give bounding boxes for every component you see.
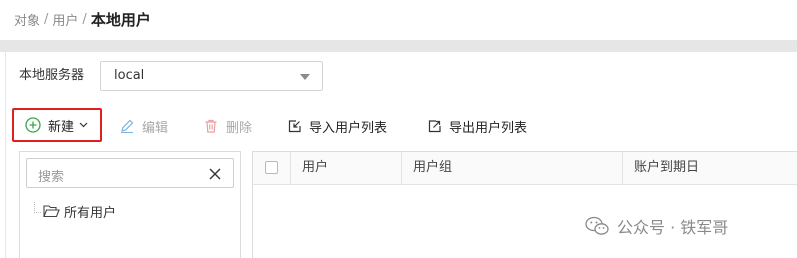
column-header-user[interactable]: 用户 <box>290 152 401 184</box>
header-divider <box>0 40 797 52</box>
breadcrumb: 对象 / 用户 / 本地用户 <box>14 9 151 29</box>
column-header-group[interactable]: 用户组 <box>401 152 622 184</box>
export-users-button[interactable]: 导出用户列表 <box>427 114 527 138</box>
select-all-cell <box>253 152 290 184</box>
new-button[interactable]: 新建 <box>12 108 102 142</box>
import-users-label: 导入用户列表 <box>309 120 388 136</box>
delete-button-label: 删除 <box>226 120 253 136</box>
search-input[interactable]: 搜索 <box>26 158 234 188</box>
breadcrumb-users[interactable]: 用户 <box>52 10 78 29</box>
breadcrumb-separator: / <box>82 11 87 27</box>
column-header-expiry[interactable]: 账户到期日 <box>622 152 797 184</box>
import-users-button[interactable]: 导入用户列表 <box>287 114 387 138</box>
trash-icon <box>203 118 219 134</box>
delete-button[interactable]: 删除 <box>203 114 252 138</box>
caret-down-icon <box>300 74 310 80</box>
breadcrumb-objects[interactable]: 对象 <box>14 10 40 29</box>
export-users-label: 导出用户列表 <box>449 120 528 136</box>
wechat-icon <box>585 216 609 236</box>
edit-button[interactable]: 编辑 <box>119 114 168 138</box>
tree-item-all-users[interactable]: 所有用户 <box>34 200 116 222</box>
import-icon <box>287 119 302 134</box>
plus-circle-icon <box>25 117 41 133</box>
tree-item-label: 所有用户 <box>64 205 117 221</box>
chevron-down-icon <box>79 122 88 128</box>
page-title: 本地用户 <box>90 10 151 29</box>
pencil-icon <box>119 118 135 134</box>
tree-branch-line <box>34 201 41 213</box>
users-table: 用户 用户组 账户到期日 <box>252 151 797 258</box>
table-header: 用户 用户组 账户到期日 <box>253 152 797 185</box>
user-tree-panel: 搜索 所有用户 <box>19 151 241 258</box>
server-select-value: local <box>114 68 145 83</box>
export-icon <box>427 119 442 134</box>
breadcrumb-separator: / <box>44 11 49 27</box>
close-icon[interactable] <box>208 166 222 185</box>
folder-open-icon <box>43 204 60 218</box>
watermark-text: 公众号 · 铁军哥 <box>617 218 729 237</box>
select-all-checkbox[interactable] <box>265 161 278 174</box>
search-placeholder: 搜索 <box>38 170 65 185</box>
toolbar: 新建 编辑 删除 导入用户列表 导出用户列表 <box>0 106 797 146</box>
server-label: 本地服务器 <box>19 68 85 83</box>
new-button-label: 新建 <box>48 119 75 135</box>
edit-button-label: 编辑 <box>142 120 169 136</box>
server-select[interactable]: local <box>100 61 323 91</box>
watermark: 公众号 · 铁军哥 <box>585 213 728 239</box>
